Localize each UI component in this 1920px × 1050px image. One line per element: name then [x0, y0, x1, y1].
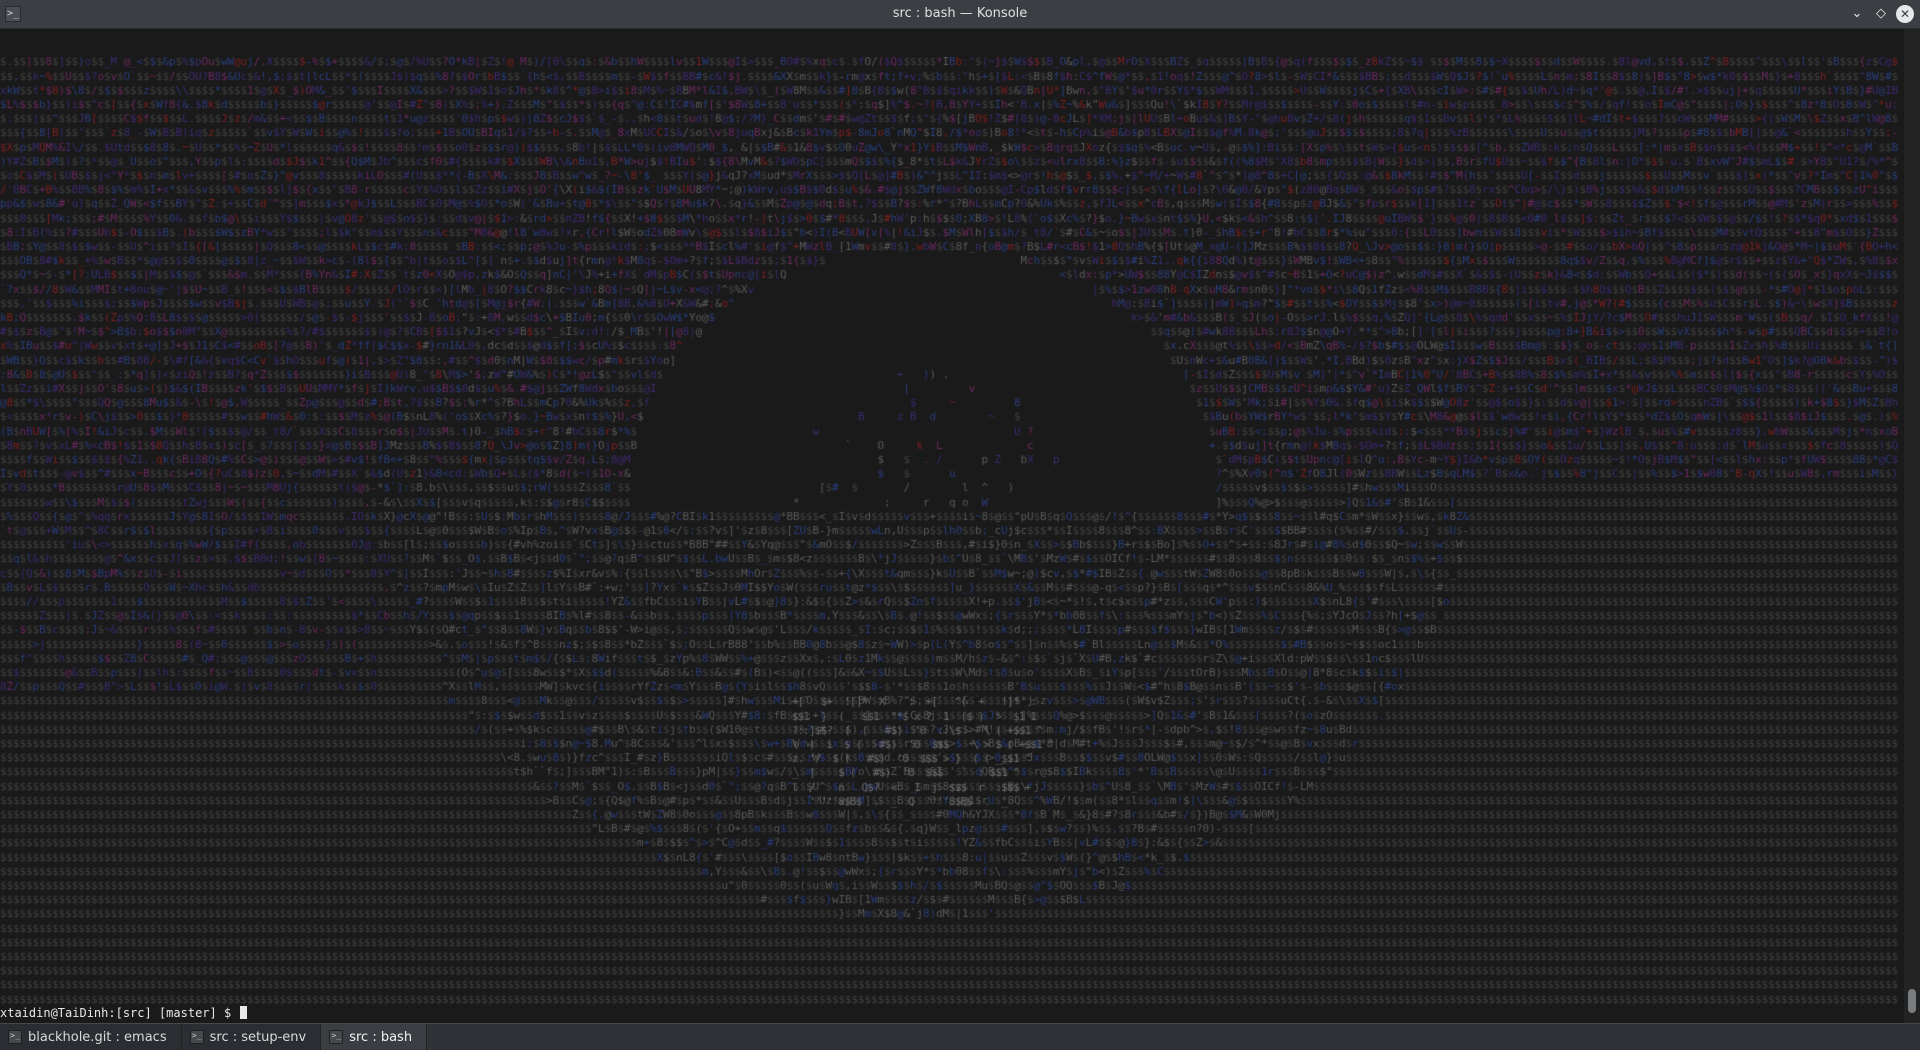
close-icon: ✕ — [1899, 7, 1911, 21]
window-title: src : bash — Konsole — [892, 6, 1028, 21]
ascii-art-output — [0, 29, 1904, 1009]
tab-label: blackhole.git : emacs — [28, 1029, 167, 1045]
tab-blackhole-emacs[interactable]: >_ blackhole.git : emacs — [0, 1024, 182, 1050]
terminal-view[interactable]: xtaidin@TaiDinh:[src] [master] $ — [0, 29, 1904, 1023]
minimize-button[interactable]: ⌄ — [1848, 5, 1866, 23]
command-prompt[interactable]: xtaidin@TaiDinh:[src] [master] $ — [0, 1005, 248, 1021]
terminal-icon: >_ — [8, 1030, 22, 1044]
chevron-down-icon: ⌄ — [1851, 6, 1863, 21]
tab-label: src : setup-env — [209, 1029, 307, 1045]
scrollbar-thumb[interactable] — [1908, 989, 1916, 1013]
text-cursor — [240, 1006, 248, 1019]
terminal-icon: >_ — [329, 1030, 344, 1044]
tab-setup-env[interactable]: >_ src : setup-env — [181, 1024, 322, 1050]
prompt-text: xtaidin@TaiDinh:[src] [master] $ — [0, 1006, 239, 1020]
window-controls: ⌄ ◇ ✕ — [1848, 4, 1914, 24]
tab-label: src : bash — [349, 1029, 413, 1045]
diamond-icon: ◇ — [1876, 6, 1886, 21]
session-tab-bar: >_ blackhole.git : emacs >_ src : setup-… — [0, 1023, 1920, 1050]
terminal-scrollbar[interactable] — [1904, 29, 1920, 1023]
ascii-art-canvas — [0, 57, 1904, 1009]
title-bar[interactable]: >_ src : bash — Konsole ⌄ ◇ ✕ — [0, 0, 1920, 29]
tab-bash[interactable]: >_ src : bash — [321, 1024, 428, 1050]
terminal-icon: >_ — [189, 1030, 204, 1044]
close-button[interactable]: ✕ — [1896, 5, 1914, 23]
konsole-window: >_ src : bash — Konsole ⌄ ◇ ✕ xtaidin@Ta… — [0, 0, 1920, 1050]
maximize-button[interactable]: ◇ — [1872, 5, 1890, 23]
